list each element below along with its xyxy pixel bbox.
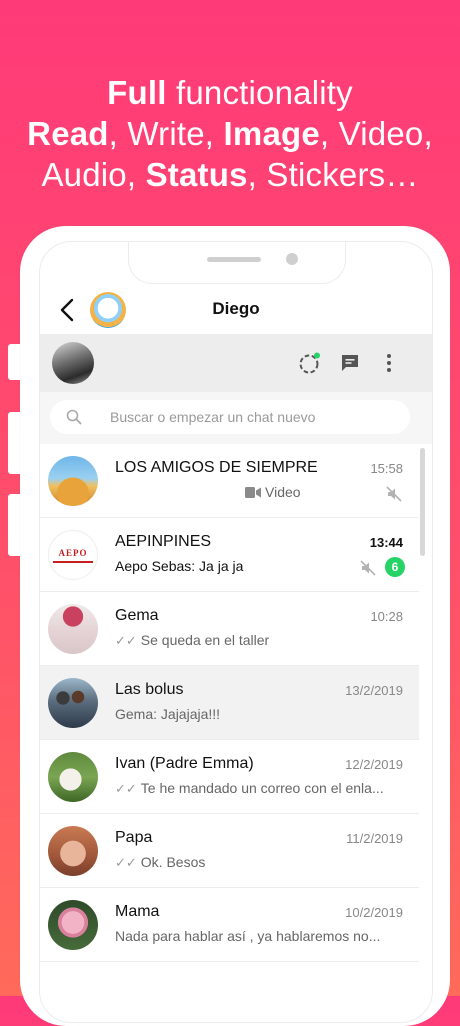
promo-bold-status: Status [145,156,248,193]
promo-bold-image: Image [223,115,320,152]
chat-row-los-amigos[interactable]: LOS AMIGOS DE SIEMPRE 15:58 Video [40,444,419,518]
phone-frame: Diego Buscar o empezar un chat nuevo LOS… [20,226,450,1026]
chat-preview: Nada para hablar así , ya hablaremos no.… [115,928,381,944]
search-bar [40,392,432,444]
promo-functionality: functionality [166,74,353,111]
chat-row-mama[interactable]: Mama 10/2/2019 Nada para hablar así , ya… [40,888,419,962]
chat-preview-text: Ok. Besos [140,854,206,870]
chats-header [40,334,432,392]
read-ticks-icon: ✓✓ [115,781,137,796]
status-ring-icon[interactable] [298,351,322,375]
chat-row-las-bolus[interactable]: Las bolus 13/2/2019 Gema: Jajajaja!!! [40,666,419,740]
chat-time: 12/2/2019 [345,757,403,772]
search-input[interactable] [110,400,400,434]
chat-list: LOS AMIGOS DE SIEMPRE 15:58 Video AEPO A… [40,444,432,962]
phone-notch [128,242,346,284]
muted-icon [386,486,402,502]
chat-row-papa[interactable]: Papa 11/2/2019 ✓✓ Ok. Besos [40,814,419,888]
chat-name: Ivan (Padre Emma) [115,755,254,772]
promo-line-1: Full functionality [0,72,460,113]
chat-name: LOS AMIGOS DE SIEMPRE [115,459,318,476]
promo-audio: Audio, [41,156,146,193]
chat-time: 10/2/2019 [345,905,403,920]
chat-preview: ✓✓ Te he mandado un correo con el enla... [115,780,400,797]
chat-preview-text: Video [265,484,301,500]
promo-line-3: Audio, Status, Stickers… [0,154,460,195]
search-icon [66,409,82,425]
phone-screen: Diego Buscar o empezar un chat nuevo LOS… [39,241,433,1023]
avatar [48,752,98,802]
avatar: AEPO [48,530,98,580]
chat-preview: Aepo Sebas: Ja ja ja [115,558,244,574]
scrollbar[interactable] [420,448,425,556]
phone-volume-down [8,494,20,556]
phone-volume-up [8,412,20,474]
chat-name: Papa [115,829,153,846]
chat-time: 11/2/2019 [346,831,403,846]
chat-row-aepinpines[interactable]: AEPO AEPINPINES 13:44 Aepo Sebas: Ja ja … [40,518,419,592]
chat-name: Las bolus [115,681,184,698]
profile-avatar[interactable] [52,342,94,384]
chat-row-ivan[interactable]: Ivan (Padre Emma) 12/2/2019 ✓✓ Te he mand… [40,740,419,814]
avatar [48,826,98,876]
avatar [48,604,98,654]
logo-underline [53,561,93,563]
chat-time: 15:58 [370,461,403,476]
chat-row-gema[interactable]: Gema 10:28 ✓✓ Se queda en el taller [40,592,419,666]
chat-preview-text: Se queda en el taller [140,632,270,648]
promo-write: , Write, [108,115,224,152]
promo-stickers: , Stickers… [247,156,419,193]
promo-bold-read: Read [27,115,109,152]
chat-title: Diego [212,299,260,318]
chat-time: 13:44 [369,535,403,550]
promo-text: Full functionality Read, Write, Image, V… [0,72,460,195]
promo-bold-full: Full [107,74,167,111]
chat-preview: ✓✓ Ok. Besos [115,854,400,871]
chat-name: Gema [115,607,159,624]
read-ticks-icon: ✓✓ [115,855,137,870]
top-bar: Diego [40,286,432,334]
promo-video: , Video, [319,115,433,152]
muted-icon [360,560,376,576]
speaker-grille [207,257,261,262]
search-box[interactable] [50,400,410,434]
unread-badge: 6 [385,557,405,577]
promo-line-2: Read, Write, Image, Video, [0,113,460,154]
more-vertical-icon[interactable] [377,351,401,375]
avatar [48,456,98,506]
chat-preview-text: Te he mandado un correo con el enla... [140,780,384,796]
video-icon [245,487,261,498]
chat-preview: Video [245,484,345,500]
chat-preview: ✓✓ Se queda en el taller [115,632,400,649]
aepo-logo: AEPO [58,548,88,558]
chat-preview: Gema: Jajajaja!!! [115,706,221,722]
chat-name: Mama [115,903,160,920]
avatar [48,900,98,950]
chat-time: 13/2/2019 [345,683,403,698]
read-ticks-icon: ✓✓ [115,633,137,648]
chat-time: 10:28 [370,609,403,624]
avatar [48,678,98,728]
phone-mute-switch [8,344,20,380]
new-chat-icon[interactable] [338,351,362,375]
chat-name: AEPINPINES [115,533,212,550]
front-camera [286,253,298,265]
